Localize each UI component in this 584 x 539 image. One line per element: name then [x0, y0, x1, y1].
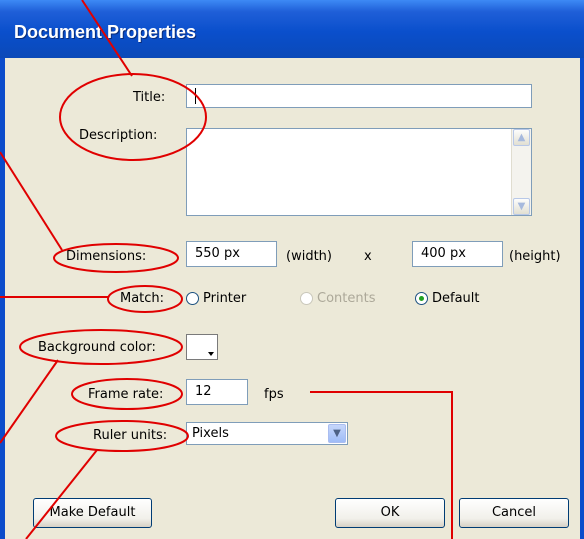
window-frame-right: [580, 58, 584, 539]
scroll-down-icon[interactable]: ▼: [513, 198, 530, 215]
match-label: Match:: [120, 291, 165, 306]
match-default-label[interactable]: Default: [432, 291, 480, 306]
ruler-units-value: Pixels: [192, 426, 229, 441]
dimension-separator: x: [364, 249, 372, 264]
title-label: Title:: [133, 90, 166, 105]
description-label: Description:: [79, 128, 158, 143]
height-input[interactable]: 400 px: [412, 241, 503, 267]
match-contents-label: Contents: [317, 291, 376, 306]
make-default-button[interactable]: Make Default: [33, 498, 152, 528]
window-frame-left: [0, 58, 5, 539]
match-printer-label[interactable]: Printer: [203, 291, 246, 306]
scroll-up-icon[interactable]: ▲: [513, 129, 530, 146]
height-value: 400 px: [421, 246, 466, 261]
cancel-button-label: Cancel: [491, 505, 537, 520]
document-properties-dialog: Document Properties Title: Description: …: [0, 0, 584, 539]
ruler-units-select[interactable]: Pixels ▼: [186, 422, 348, 445]
chevron-down-icon[interactable]: ▼: [328, 424, 346, 443]
dropdown-arrow-icon: [208, 352, 214, 356]
frame-rate-label: Frame rate:: [88, 387, 164, 402]
width-unit-label: (width): [286, 249, 332, 264]
ok-button[interactable]: OK: [335, 498, 445, 528]
title-input[interactable]: [186, 84, 532, 108]
match-printer-radio[interactable]: [186, 292, 199, 305]
background-color-swatch[interactable]: [186, 334, 218, 360]
title-bar[interactable]: Document Properties: [0, 0, 584, 58]
height-unit-label: (height): [509, 249, 561, 264]
frame-rate-unit-label: fps: [264, 387, 284, 402]
dialog-title: Document Properties: [14, 22, 197, 42]
description-scrollbar[interactable]: ▲ ▼: [511, 129, 531, 215]
background-color-label: Background color:: [38, 340, 156, 355]
dimensions-label: Dimensions:: [66, 249, 147, 264]
ok-button-label: OK: [380, 505, 400, 520]
width-value: 550 px: [195, 246, 240, 261]
match-contents-radio: [300, 292, 313, 305]
frame-rate-value: 12: [195, 384, 212, 399]
match-default-radio[interactable]: [415, 292, 428, 305]
make-default-button-label: Make Default: [49, 505, 136, 520]
frame-rate-input[interactable]: 12: [186, 379, 248, 405]
width-input[interactable]: 550 px: [186, 241, 277, 267]
radio-selected-dot: [419, 296, 424, 301]
ruler-units-label: Ruler units:: [93, 428, 168, 443]
text-caret: [195, 88, 196, 104]
description-textarea[interactable]: ▲ ▼: [186, 128, 532, 216]
cancel-button[interactable]: Cancel: [459, 498, 569, 528]
